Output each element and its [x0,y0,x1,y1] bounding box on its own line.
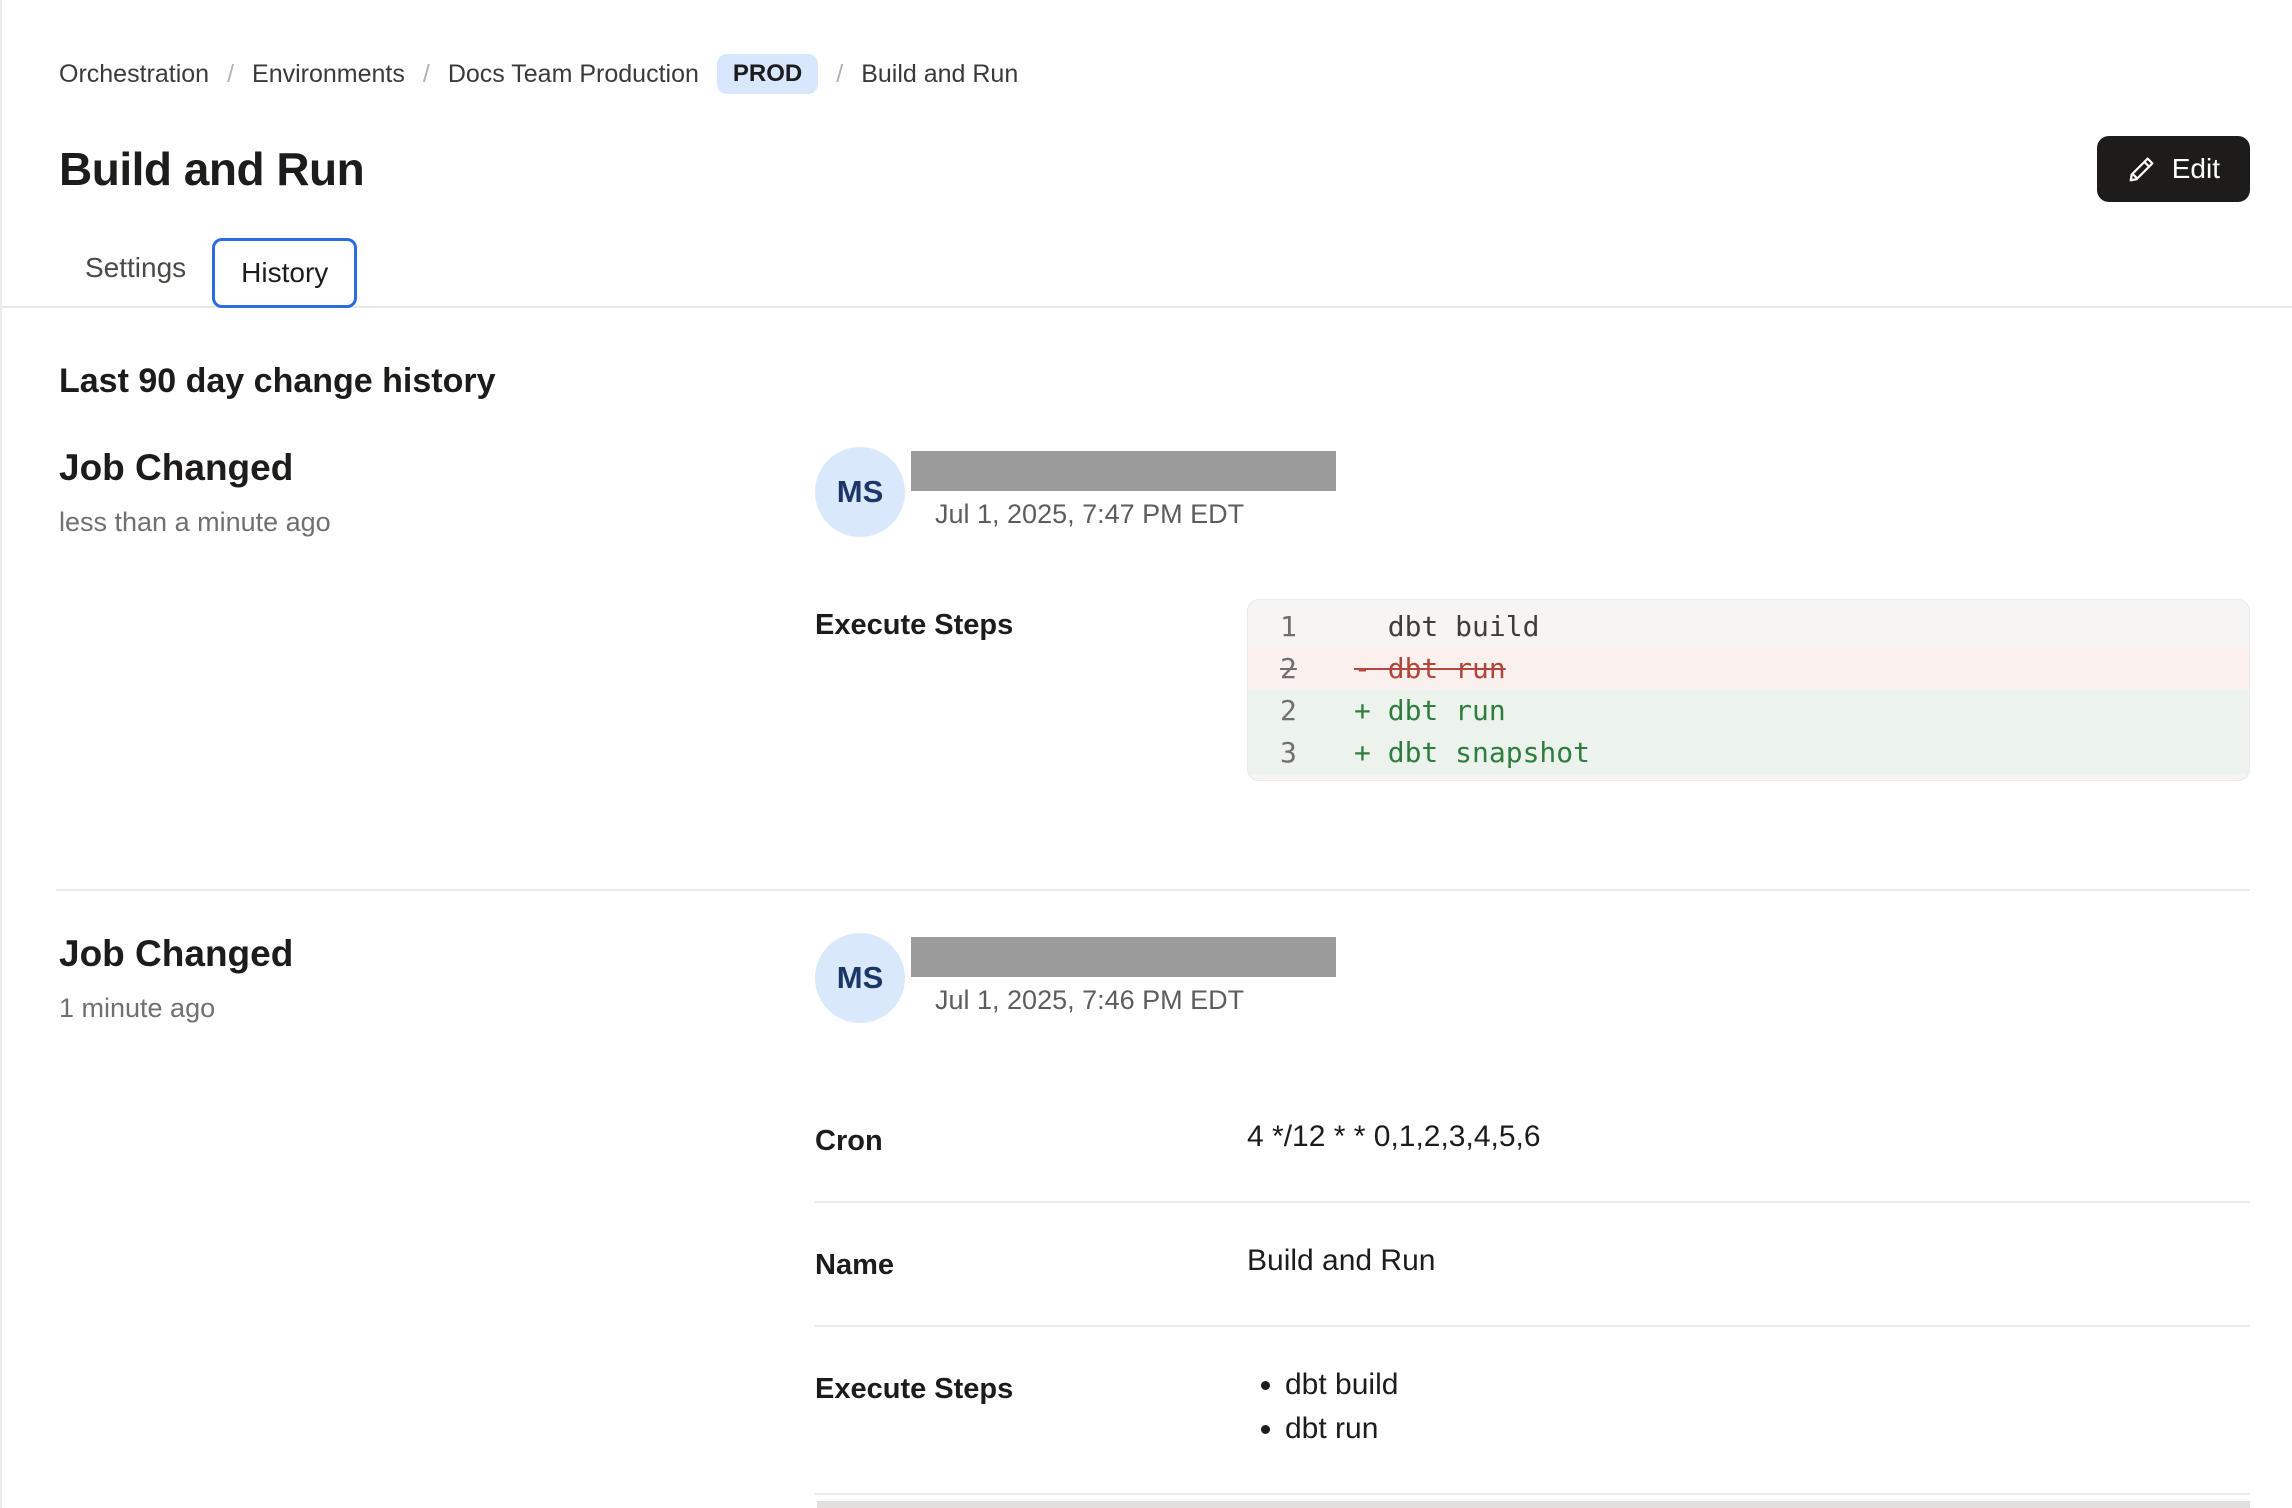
redacted-user-name [911,451,1336,491]
breadcrumb-separator: / [227,60,234,89]
diff-line-number: 2 [1280,690,1354,732]
diff-line-added: 2 + dbt run [1248,690,2249,732]
breadcrumb-current-page: Build and Run [861,60,1018,89]
diff-line-unchanged: 1 dbt build [1248,606,2249,648]
entry-author: MS Jul 1, 2025, 7:46 PM EDT [815,933,2250,1023]
field-label: Cron [815,1115,1247,1159]
execute-steps-list: dbt build dbt run [1247,1363,1398,1451]
breadcrumb-separator: / [423,60,430,89]
entry-title: Job Changed [59,447,815,489]
execute-step-item: dbt run [1285,1407,1398,1451]
breadcrumb-environment-name[interactable]: Docs Team Production [448,60,699,89]
diff-line-number: 1 [1280,606,1354,648]
entry-timestamp: Jul 1, 2025, 7:46 PM EDT [935,985,1336,1016]
entry-title: Job Changed [59,933,815,975]
changed-fields-list: Cron 4 */12 * * 0,1,2,3,4,5,6 Name Build… [815,1079,2250,1508]
field-label: Name [815,1239,1247,1283]
breadcrumb-orchestration[interactable]: Orchestration [59,60,209,89]
avatar: MS [815,933,905,1023]
execute-steps-diff: 1 dbt build 2 - dbt run 2 + dbt run [1247,599,2250,781]
field-row-execute-steps: Execute Steps dbt build dbt run [815,1325,2250,1493]
execute-step-item: dbt build [1285,1363,1398,1407]
diff-line-code: - dbt run [1354,648,1506,690]
entry-timestamp: Jul 1, 2025, 7:47 PM EDT [935,499,1336,530]
page-title: Build and Run [59,142,364,196]
prod-environment-badge: PROD [717,54,818,94]
diff-line-removed: 2 - dbt run [1248,648,2249,690]
avatar: MS [815,447,905,537]
field-row-cron: Cron 4 */12 * * 0,1,2,3,4,5,6 [815,1079,2250,1201]
field-value: 4 */12 * * 0,1,2,3,4,5,6 [1247,1115,1541,1159]
page-header: Build and Run Edit [59,136,2250,202]
change-history-heading: Last 90 day change history [59,362,2250,401]
edit-button-label: Edit [2172,153,2220,185]
partial-next-row-divider [817,1501,2250,1508]
entry-time-ago: less than a minute ago [59,507,815,538]
diff-line-code: + dbt run [1354,690,1506,732]
breadcrumb-environments[interactable]: Environments [252,60,405,89]
field-label: Execute Steps [815,599,1247,781]
diff-line-added: 3 + dbt snapshot [1248,732,2249,774]
edit-button[interactable]: Edit [2097,136,2250,202]
pencil-icon [2127,154,2157,184]
execute-steps-change-row: Execute Steps 1 dbt build 2 - dbt run 2 [815,599,2250,781]
tab-history[interactable]: History [212,238,357,308]
breadcrumb: Orchestration / Environments / Docs Team… [59,54,2250,94]
tab-bar: Settings History [0,236,2292,308]
breadcrumb-separator: / [836,60,843,89]
tab-settings[interactable]: Settings [59,236,212,306]
diff-line-number: 3 [1280,732,1354,774]
diff-line-code: dbt build [1354,606,1539,648]
job-history-page: Orchestration / Environments / Docs Team… [0,0,2292,1508]
field-label: Execute Steps [815,1363,1247,1451]
redacted-user-name [911,937,1336,977]
field-row-name: Name Build and Run [815,1201,2250,1325]
history-entry: Job Changed 1 minute ago MS Jul 1, 2025,… [59,891,2250,1508]
field-value: Build and Run [1247,1239,1435,1283]
entry-time-ago: 1 minute ago [59,993,815,1024]
history-entry: Job Changed less than a minute ago MS Ju… [59,401,2250,781]
entry-author: MS Jul 1, 2025, 7:47 PM EDT [815,447,2250,537]
diff-line-number: 2 [1280,648,1354,690]
diff-line-code: + dbt snapshot [1354,732,1590,774]
